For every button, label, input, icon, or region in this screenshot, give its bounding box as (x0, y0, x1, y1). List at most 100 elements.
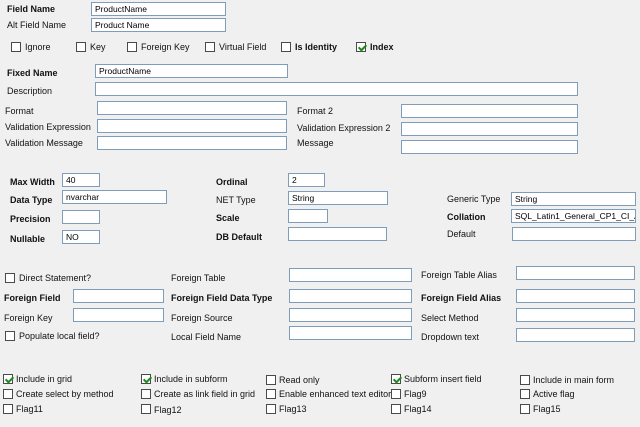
net-type-input[interactable]: String (288, 191, 388, 205)
flag9-label: Flag9 (404, 389, 427, 399)
fixed-name-input[interactable]: ProductName (95, 64, 288, 78)
enable-enhanced-text-editor-checkbox[interactable] (266, 389, 276, 399)
active-flag-label: Active flag (533, 389, 575, 399)
flag15-checkbox[interactable] (520, 404, 530, 414)
local-field-name-input[interactable] (289, 326, 412, 340)
generic-type-input[interactable]: String (511, 192, 636, 206)
local-field-name-label: Local Field Name (171, 332, 242, 342)
direct-statement-label: Direct Statement? (19, 273, 92, 283)
dropdown-text-input[interactable] (516, 328, 635, 342)
max-width-label: Max Width (10, 177, 55, 187)
validation-expression2-input[interactable] (401, 122, 578, 136)
max-width-input[interactable]: 40 (62, 173, 100, 187)
message-label: Message (297, 138, 334, 148)
format2-input[interactable] (401, 104, 578, 118)
validation-message-input[interactable] (97, 136, 287, 150)
read-only-checkbox[interactable] (266, 375, 276, 385)
include-in-subform-checkbox[interactable] (141, 374, 151, 384)
create-select-by-method-checkbox[interactable] (3, 389, 13, 399)
flag15-label: Flag15 (533, 404, 561, 414)
alt-field-name-label: Alt Field Name (7, 20, 67, 30)
description-label: Description (7, 86, 53, 96)
subform-insert-field-label: Subform insert field (404, 374, 482, 384)
foreign-key-input[interactable] (73, 308, 164, 322)
is-identity-checkbox[interactable] (281, 42, 291, 52)
flag9-checkbox[interactable] (391, 389, 401, 399)
message-input[interactable] (401, 140, 578, 154)
flag12-checkbox[interactable] (141, 404, 151, 414)
default-label: Default (447, 229, 476, 239)
direct-statement-checkbox[interactable] (5, 273, 15, 283)
foreign-field-input[interactable] (73, 289, 164, 303)
alt-field-name-input[interactable]: Product Name (91, 18, 226, 32)
ordinal-input[interactable]: 2 (288, 173, 325, 187)
include-in-main-form-label: Include in main form (533, 375, 615, 385)
foreign-field-label: Foreign Field (4, 293, 61, 303)
scale-input[interactable] (288, 209, 328, 223)
foreign-table-input[interactable] (289, 268, 412, 282)
ignore-checkbox[interactable] (11, 42, 21, 52)
foreign-key-flag-label: Foreign Key (141, 42, 190, 52)
format-input[interactable] (97, 101, 287, 115)
field-name-label: Field Name (7, 4, 56, 14)
flag13-checkbox[interactable] (266, 404, 276, 414)
select-method-label: Select Method (421, 313, 479, 323)
foreign-table-label: Foreign Table (171, 273, 226, 283)
include-in-grid-label: Include in grid (16, 374, 73, 384)
scale-label: Scale (216, 213, 240, 223)
populate-local-field-checkbox[interactable] (5, 331, 15, 341)
foreign-table-alias-label: Foreign Table Alias (421, 270, 497, 280)
key-label: Key (90, 42, 106, 52)
index-checkbox[interactable] (356, 42, 366, 52)
precision-label: Precision (10, 214, 51, 224)
virtual-field-label: Virtual Field (219, 42, 267, 52)
foreign-key-flag-checkbox[interactable] (127, 42, 137, 52)
include-in-grid-checkbox[interactable] (3, 374, 13, 384)
nullable-label: Nullable (10, 234, 46, 244)
enable-enhanced-text-editor-label: Enable enhanced text editor (279, 389, 392, 399)
ordinal-label: Ordinal (216, 177, 248, 187)
flag14-checkbox[interactable] (391, 404, 401, 414)
net-type-label: NET Type (216, 195, 256, 205)
precision-input[interactable] (62, 210, 100, 224)
is-identity-label: Is Identity (295, 42, 338, 52)
foreign-source-label: Foreign Source (171, 313, 233, 323)
format-label: Format (5, 106, 34, 116)
default-input[interactable] (512, 227, 636, 241)
populate-local-field-label: Populate local field? (19, 331, 100, 341)
collation-input[interactable]: SQL_Latin1_General_CP1_CI_A (511, 209, 636, 223)
collation-label: Collation (447, 212, 486, 222)
select-method-input[interactable] (516, 308, 635, 322)
virtual-field-checkbox[interactable] (205, 42, 215, 52)
index-label: Index (370, 42, 394, 52)
ignore-label: Ignore (25, 42, 51, 52)
validation-expression-input[interactable] (97, 119, 287, 133)
flag12-label: Flag12 (154, 405, 182, 415)
nullable-input[interactable]: NO (62, 230, 100, 244)
include-in-main-form-checkbox[interactable] (520, 375, 530, 385)
fixed-name-label: Fixed Name (7, 68, 58, 78)
flag11-checkbox[interactable] (3, 404, 13, 414)
create-as-link-field-label: Create as link field in grid (154, 389, 256, 399)
key-checkbox[interactable] (76, 42, 86, 52)
foreign-field-alias-label: Foreign Field Alias (421, 293, 502, 303)
dropdown-text-label: Dropdown text (421, 332, 480, 342)
db-default-input[interactable] (288, 227, 387, 241)
validation-message-label: Validation Message (5, 138, 83, 148)
field-name-input[interactable]: ProductName (91, 2, 226, 16)
validation-expression-label: Validation Expression (5, 122, 91, 132)
subform-insert-field-checkbox[interactable] (391, 374, 401, 384)
flag13-label: Flag13 (279, 404, 307, 414)
generic-type-label: Generic Type (447, 194, 501, 204)
data-type-input[interactable]: nvarchar (62, 190, 167, 204)
foreign-source-input[interactable] (289, 308, 412, 322)
foreign-field-alias-input[interactable] (516, 289, 635, 303)
foreign-key-label: Foreign Key (4, 313, 53, 323)
format2-label: Format 2 (297, 106, 334, 116)
read-only-label: Read only (279, 375, 320, 385)
active-flag-checkbox[interactable] (520, 389, 530, 399)
description-input[interactable] (95, 82, 578, 96)
foreign-table-alias-input[interactable] (516, 266, 635, 280)
foreign-field-data-type-input[interactable] (289, 289, 412, 303)
create-as-link-field-checkbox[interactable] (141, 389, 151, 399)
